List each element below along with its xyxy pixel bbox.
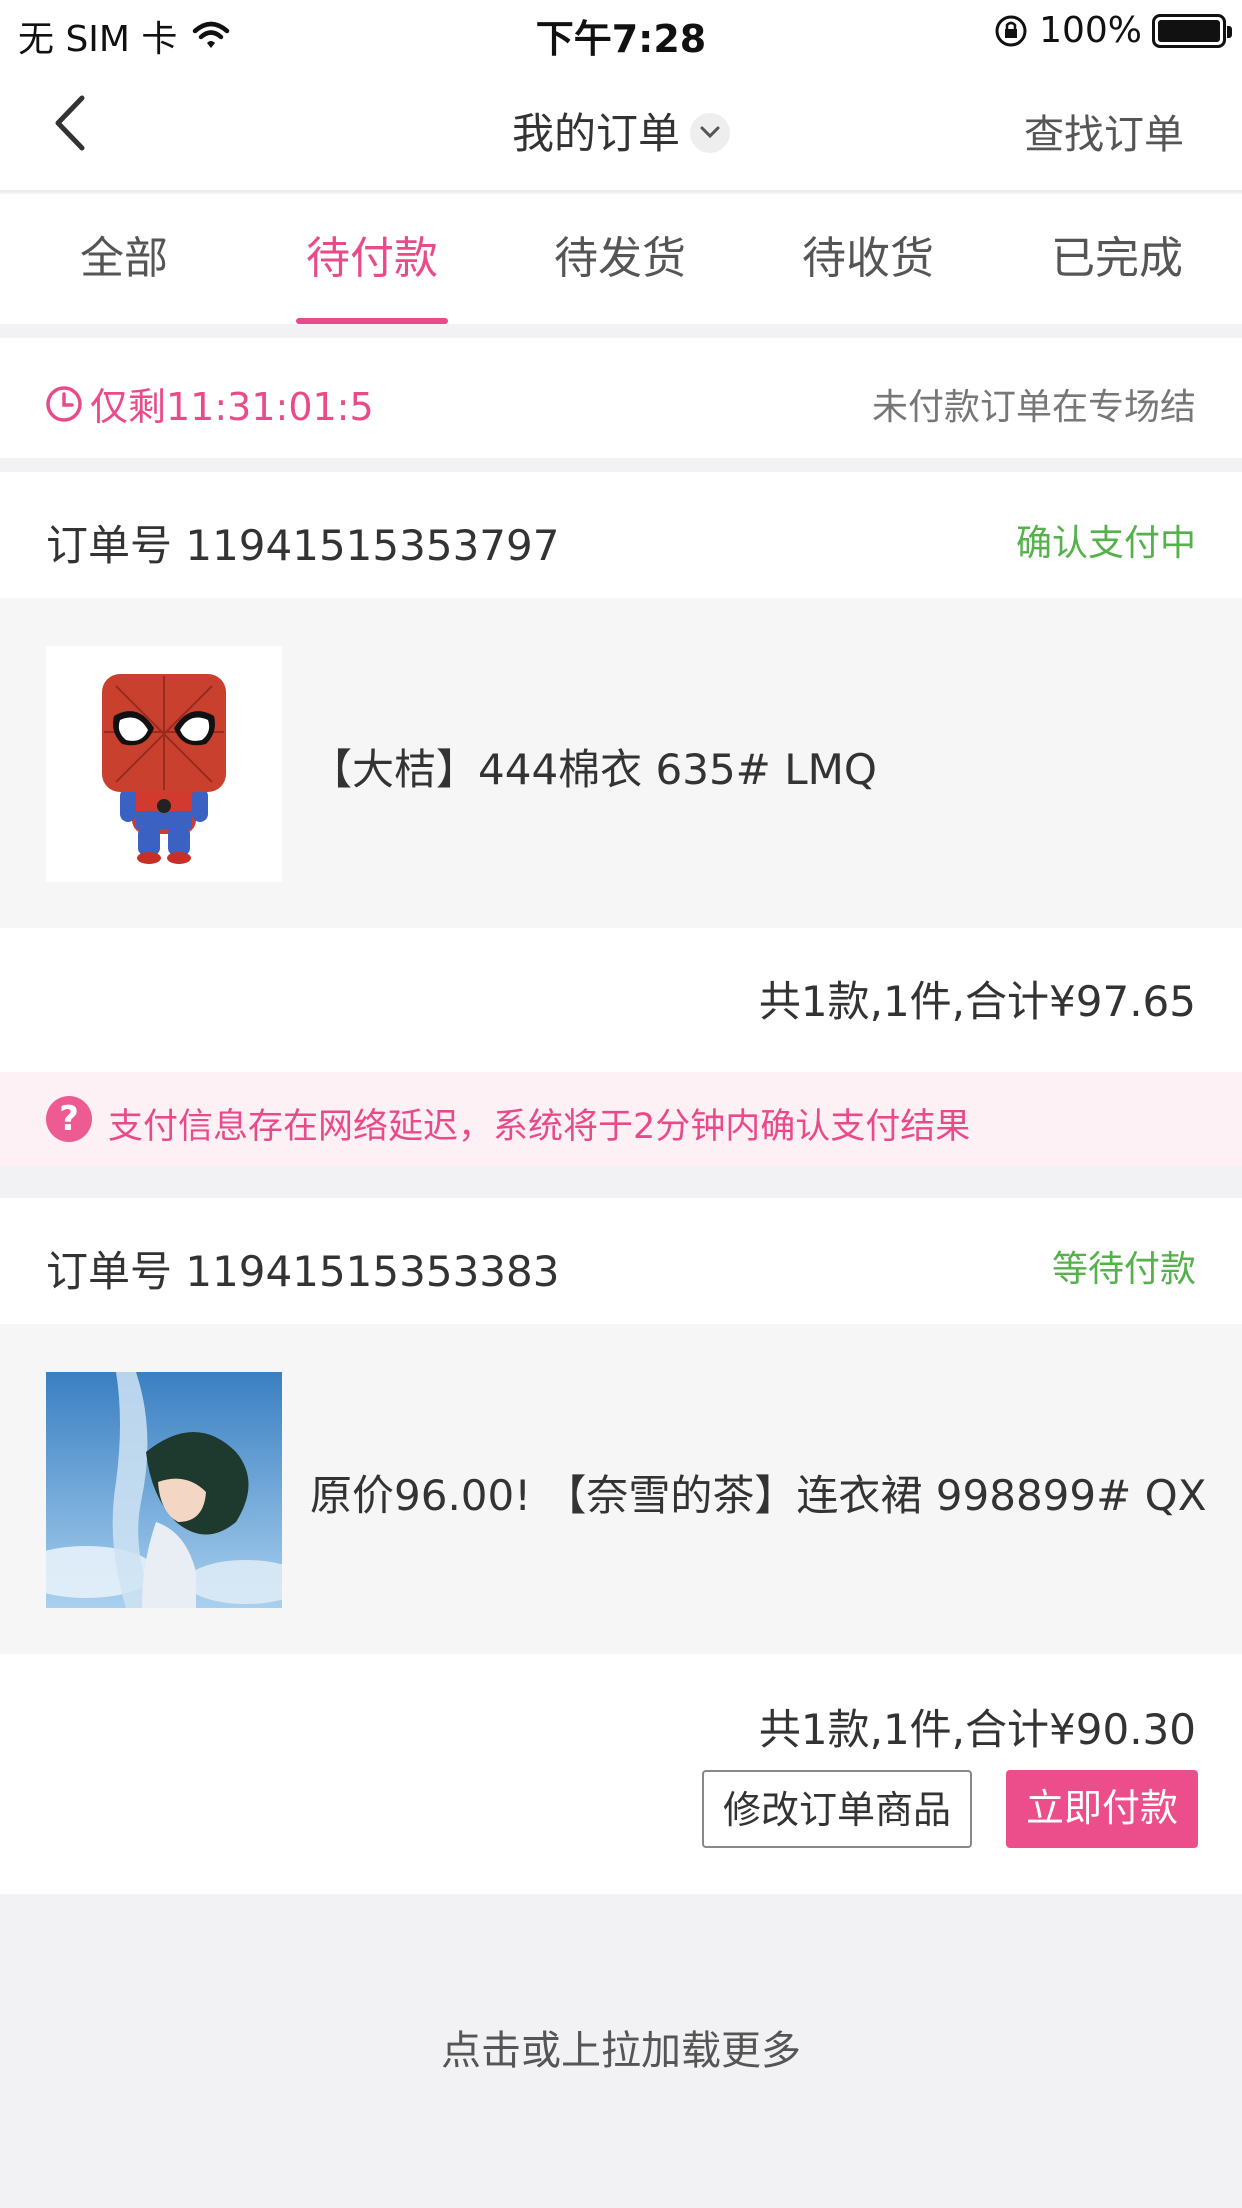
page-title: 我的订单 bbox=[511, 109, 680, 158]
countdown-timer: 仅剩11:31:01:5 bbox=[44, 376, 374, 431]
battery-icon bbox=[1152, 13, 1232, 48]
tab-pending-shipment[interactable]: 待发货 bbox=[496, 194, 744, 324]
modify-order-button[interactable]: 修改订单商品 bbox=[702, 1770, 972, 1848]
clock-icon bbox=[46, 385, 82, 422]
countdown-text: 仅剩11:31:01:5 bbox=[90, 385, 374, 429]
search-order-link[interactable]: 查找订单 bbox=[1024, 102, 1184, 160]
order-number: 订单号 11941515353383 bbox=[46, 1247, 560, 1296]
order-header: 订单号 11941515353383 等待付款 bbox=[0, 1198, 1242, 1324]
order-status: 等待付款 bbox=[1051, 1249, 1196, 1290]
countdown-note: 未付款订单在专场结 bbox=[871, 387, 1196, 428]
order-status: 确认支付中 bbox=[1015, 523, 1196, 564]
tab-label: 待付款 bbox=[306, 233, 438, 284]
tab-label: 已完成 bbox=[1051, 233, 1183, 284]
tab-completed[interactable]: 已完成 bbox=[992, 194, 1242, 324]
order-total: 共1款,1件,合计¥90.30 bbox=[758, 1705, 1196, 1754]
order-number: 订单号 11941515353797 bbox=[46, 521, 560, 570]
load-more-link[interactable]: 点击或上拉加载更多 bbox=[0, 2018, 1242, 2076]
product-name: 【大桔】444棉衣 635# LMQ bbox=[310, 745, 877, 794]
order-item[interactable]: 【大桔】444棉衣 635# LMQ bbox=[0, 598, 1242, 928]
product-name: 原价96.00! 【奈雪的茶】连衣裙 998899# QX bbox=[310, 1471, 1207, 1520]
tab-label: 全部 bbox=[80, 233, 168, 284]
countdown-banner: 仅剩11:31:01:5 未付款订单在专场结 bbox=[0, 338, 1242, 458]
tab-all[interactable]: 全部 bbox=[0, 194, 248, 324]
tab-pending-receipt[interactable]: 待收货 bbox=[744, 194, 992, 324]
product-thumbnail bbox=[46, 646, 282, 882]
notice-text: 支付信息存在网络延迟，系统将于2分钟内确认支付结果 bbox=[108, 1107, 971, 1147]
question-icon: ? bbox=[46, 1096, 92, 1142]
payment-delay-notice: ? 支付信息存在网络延迟，系统将于2分钟内确认支付结果 bbox=[0, 1072, 1242, 1166]
pay-now-button[interactable]: 立即付款 bbox=[1006, 1770, 1198, 1848]
order-footer: 共1款,1件,合计¥97.65 bbox=[0, 928, 1242, 1072]
tab-label: 待收货 bbox=[802, 233, 934, 284]
order-item[interactable]: 原价96.00! 【奈雪的茶】连衣裙 998899# QX bbox=[0, 1324, 1242, 1654]
tab-pending-payment[interactable]: 待付款 bbox=[248, 194, 496, 324]
active-tab-indicator bbox=[296, 318, 448, 324]
nav-bar: 我的订单 查找订单 bbox=[0, 60, 1242, 192]
tab-label: 待发货 bbox=[554, 233, 686, 284]
status-bar: 无 SIM 卡 下午7:28 100% bbox=[0, 0, 1242, 61]
order-header: 订单号 11941515353797 确认支付中 bbox=[0, 472, 1242, 598]
order-footer: 共1款,1件,合计¥90.30 修改订单商品 立即付款 bbox=[0, 1654, 1242, 1894]
status-bar-right: 100% bbox=[993, 10, 1232, 51]
chevron-down-icon bbox=[690, 112, 730, 153]
battery-percent: 100% bbox=[1039, 10, 1142, 51]
product-thumbnail bbox=[46, 1372, 282, 1608]
order-tabs: 全部 待付款 待发货 待收货 已完成 bbox=[0, 194, 1242, 324]
orientation-lock-icon bbox=[995, 15, 1027, 46]
order-total: 共1款,1件,合计¥97.65 bbox=[758, 977, 1196, 1026]
